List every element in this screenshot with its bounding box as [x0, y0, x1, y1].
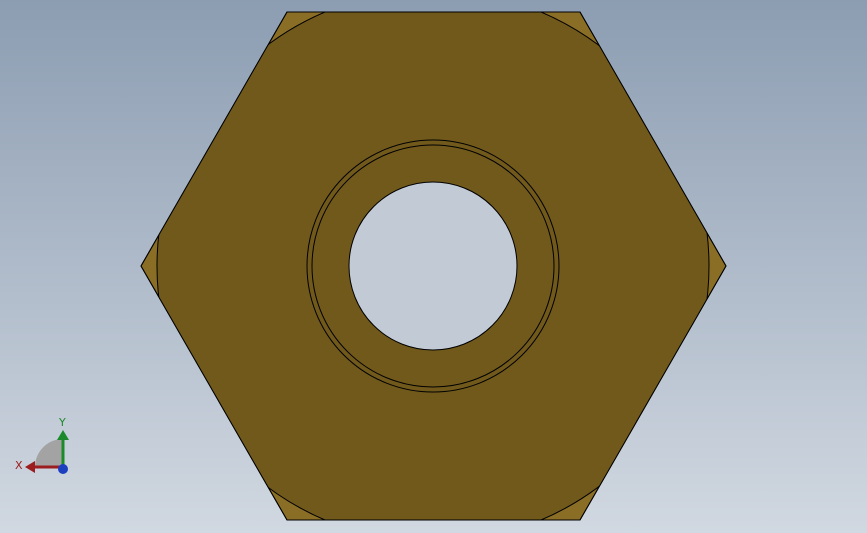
model-canvas[interactable]: Y X	[0, 0, 867, 533]
z-axis-dot	[58, 464, 68, 474]
graphics-viewport[interactable]: Y X	[0, 0, 867, 533]
y-axis-label: Y	[58, 416, 66, 429]
through-hole[interactable]	[348, 181, 518, 351]
x-axis-label: X	[15, 459, 23, 472]
